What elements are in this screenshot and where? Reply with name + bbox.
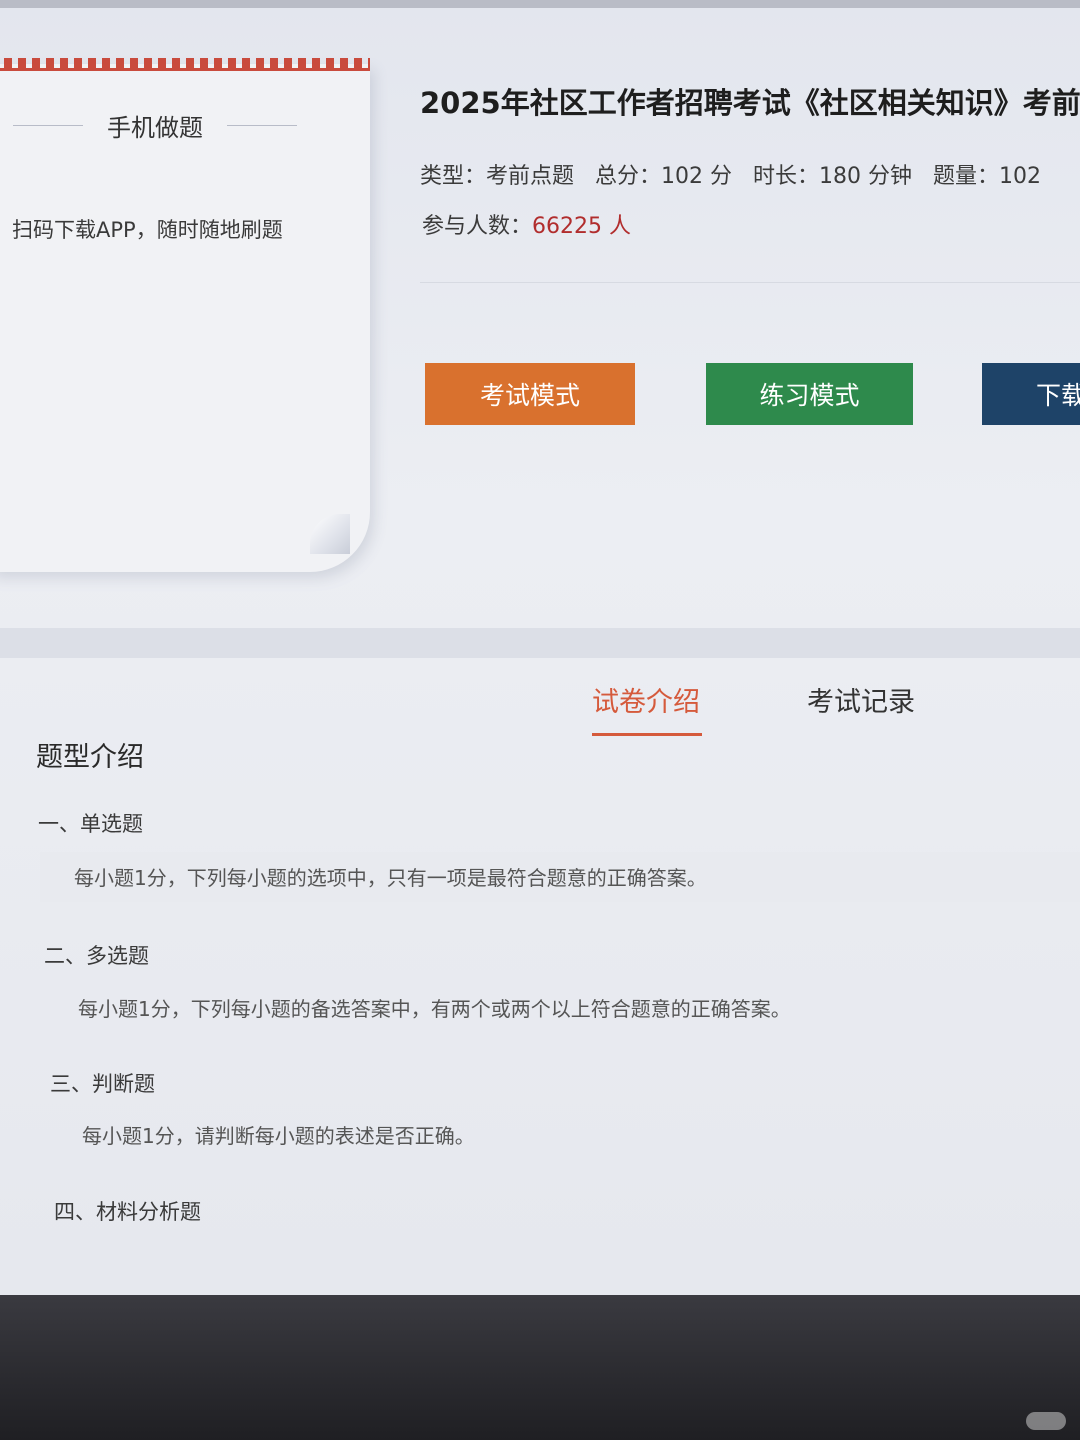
active-tab-underline: [592, 733, 702, 736]
participants-label: 参与人数：: [422, 214, 533, 239]
question-type-name: 一、单选题: [38, 812, 143, 836]
question-type-name: 三、判断题: [50, 1072, 155, 1096]
exam-duration: 时长：180 分钟: [753, 164, 913, 189]
exam-score: 总分：102 分: [595, 164, 733, 189]
top-strip: [0, 0, 1080, 8]
card-decorative-edge: [0, 58, 370, 71]
card-title-row: 手机做题: [0, 108, 320, 143]
practice-mode-button[interactable]: 练习模式: [706, 363, 913, 425]
download-button[interactable]: 下载: [982, 363, 1080, 425]
question-type-name: 二、多选题: [44, 944, 149, 968]
mobile-practice-card: 手机做题 扫码下载APP，随时随地刷题: [0, 58, 370, 572]
tab-paper-intro[interactable]: 试卷介绍: [592, 680, 700, 719]
exam-title: 2025年社区工作者招聘考试《社区相关知识》考前点: [420, 86, 1080, 120]
question-type-name: 四、材料分析题: [54, 1200, 201, 1224]
question-type-desc: 每小题1分，下列每小题的备选答案中，有两个或两个以上符合题意的正确答案。: [78, 997, 791, 1021]
exam-meta-row: 类型：考前点题 总分：102 分 时长：180 分钟 题量：102: [420, 158, 1055, 190]
watermark-badge: [1026, 1412, 1066, 1430]
participants-row: 参与人数：66225 人: [422, 208, 631, 240]
tab-exam-record[interactable]: 考试记录: [807, 680, 915, 719]
header-divider: [420, 282, 1080, 283]
page-curl-icon: [310, 514, 350, 554]
question-types-heading: 题型介绍: [36, 742, 144, 773]
exam-type: 类型：考前点题: [420, 164, 575, 189]
exam-count: 题量：102: [933, 164, 1042, 189]
question-type-desc: 每小题1分，下列每小题的选项中，只有一项是最符合题意的正确答案。: [74, 866, 707, 890]
title-line-right: [227, 125, 297, 126]
card-title: 手机做题: [107, 114, 203, 142]
monitor-bezel: [0, 1295, 1080, 1440]
card-subtitle: 扫码下载APP，随时随地刷题: [12, 218, 283, 242]
tab-bar: 试卷介绍 考试记录: [0, 680, 1080, 740]
question-type-desc: 每小题1分，请判断每小题的表述是否正确。: [82, 1124, 475, 1148]
exam-mode-button[interactable]: 考试模式: [425, 363, 635, 425]
title-line-left: [13, 125, 83, 126]
browser-screen: 手机做题 扫码下载APP，随时随地刷题 2025年社区工作者招聘考试《社区相关知…: [0, 0, 1080, 1295]
section-divider: [0, 628, 1080, 658]
participants-value: 66225 人: [532, 214, 631, 239]
